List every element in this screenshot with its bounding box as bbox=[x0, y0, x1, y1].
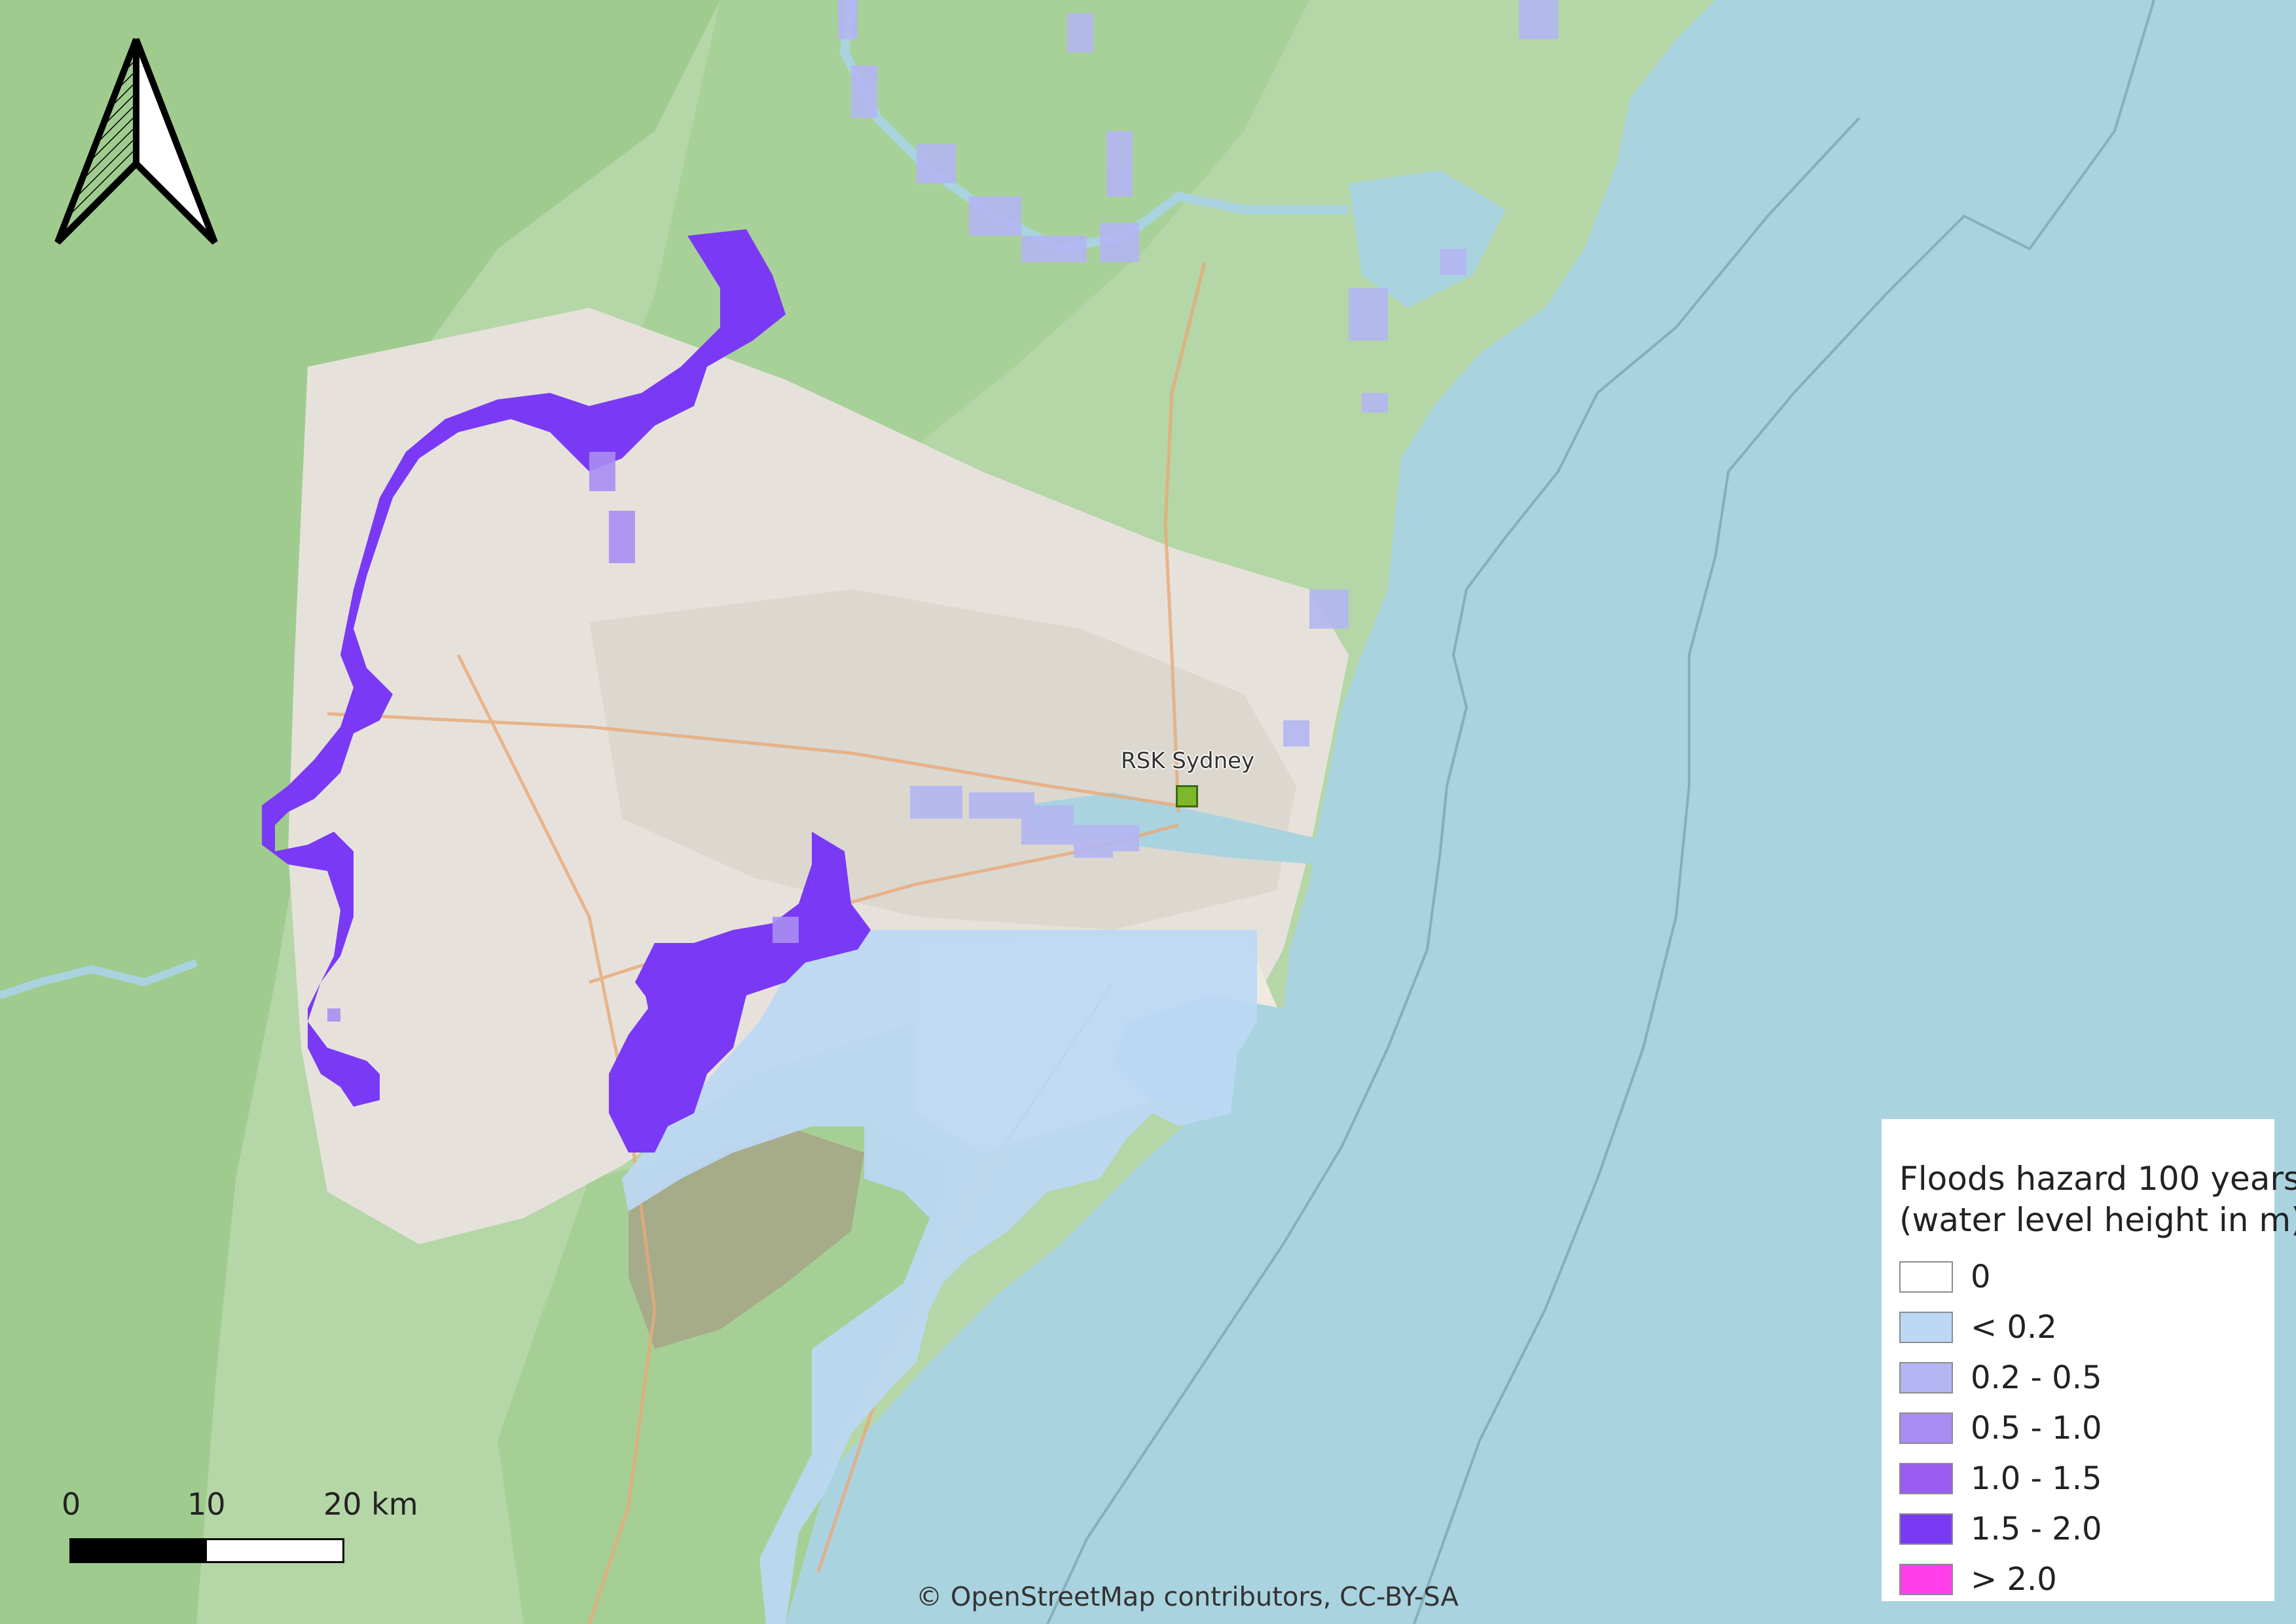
legend-item-0.5-1.0: 0.5 - 1.0 bbox=[1899, 1403, 2274, 1453]
legend-item-0.2-0.5: 0.2 - 0.5 bbox=[1899, 1352, 2274, 1403]
legend-items: 0 < 0.2 0.2 - 0.5 0.5 - 1.0 1.0 - 1.5 1.… bbox=[1899, 1251, 2274, 1604]
legend-swatch bbox=[1899, 1261, 1953, 1293]
scale-segment-black bbox=[71, 1540, 207, 1561]
legend-item-lt-0.2: < 0.2 bbox=[1899, 1302, 2274, 1352]
legend-title-line2: (water level height in m) bbox=[1899, 1201, 2296, 1239]
legend-label: 0.2 - 0.5 bbox=[1971, 1359, 2102, 1396]
attribution-text: © OpenStreetMap contributors, CC-BY-SA bbox=[916, 1582, 1459, 1612]
legend-swatch bbox=[1899, 1361, 1953, 1393]
legend-label: 1.5 - 2.0 bbox=[1971, 1510, 2102, 1547]
north-arrow-icon bbox=[51, 33, 221, 249]
scale-segment-white bbox=[207, 1540, 342, 1561]
legend-swatch bbox=[1899, 1412, 1953, 1444]
legend-item-1.5-2.0: 1.5 - 2.0 bbox=[1899, 1504, 2274, 1554]
legend-swatch bbox=[1899, 1462, 1953, 1494]
scale-bar-graphic bbox=[69, 1538, 344, 1563]
scale-label-10: 10 bbox=[187, 1486, 226, 1522]
legend-swatch bbox=[1899, 1311, 1953, 1343]
legend-title-line1: Floods hazard 100 years bbox=[1899, 1160, 2296, 1198]
map-attribution: © OpenStreetMap contributors, CC-BY-SA bbox=[0, 1582, 2296, 1612]
place-marker[interactable] bbox=[1176, 785, 1198, 807]
legend: Floods hazard 100 years (water level hei… bbox=[1882, 1119, 2296, 1604]
scale-label-20: 20 km bbox=[323, 1486, 418, 1522]
legend-label: 0.5 - 1.0 bbox=[1971, 1409, 2102, 1447]
scale-bar: 0 10 20 km bbox=[60, 1486, 418, 1578]
scale-label-0: 0 bbox=[62, 1486, 81, 1522]
legend-swatch bbox=[1899, 1513, 1953, 1545]
legend-label: 0 bbox=[1971, 1258, 1991, 1295]
map-canvas[interactable]: RSK Sydney 0 10 20 km Floods hazard 100 … bbox=[0, 0, 2296, 1624]
legend-label: < 0.2 bbox=[1971, 1308, 2057, 1346]
legend-title: Floods hazard 100 years (water level hei… bbox=[1899, 1158, 2296, 1241]
legend-label: 1.0 - 1.5 bbox=[1971, 1460, 2102, 1497]
legend-item-0: 0 bbox=[1899, 1251, 2274, 1302]
place-label: RSK Sydney bbox=[1121, 748, 1255, 774]
legend-item-1.0-1.5: 1.0 - 1.5 bbox=[1899, 1453, 2274, 1504]
